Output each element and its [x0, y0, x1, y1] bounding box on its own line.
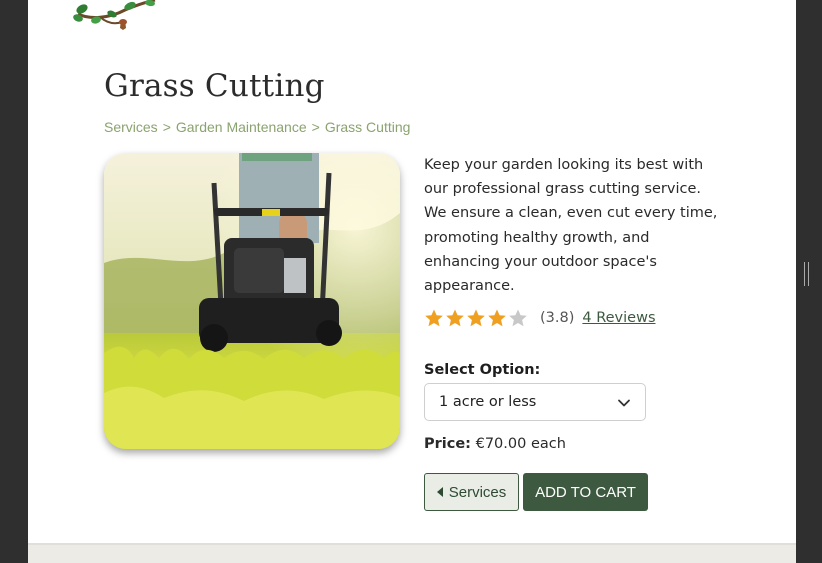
star-icon — [467, 309, 485, 327]
caret-left-icon — [436, 487, 443, 497]
star-icon — [425, 309, 443, 327]
option-select[interactable]: 1 acre or less — [424, 383, 646, 421]
resize-handle[interactable] — [804, 262, 809, 286]
tree-branch-logo[interactable] — [70, 0, 165, 34]
breadcrumb: Services > Garden Maintenance > Grass Cuttin… — [104, 119, 410, 135]
price-value: €70.00 each — [475, 436, 566, 452]
breadcrumb-separator: > — [311, 119, 320, 135]
product-description: Keep your garden looking its best with o… — [424, 157, 718, 295]
breadcrumb-separator: > — [162, 119, 171, 135]
rating-value: (3.8) — [540, 310, 575, 326]
price-label: Price: — [424, 436, 471, 452]
select-option-label: Select Option: — [424, 362, 541, 378]
star-icon — [488, 309, 506, 327]
star-rating — [424, 308, 528, 328]
window-gutter — [796, 0, 822, 563]
breadcrumb-services[interactable]: Services — [104, 119, 158, 135]
star-icon — [509, 309, 527, 327]
breadcrumb-garden-maintenance[interactable]: Garden Maintenance — [176, 119, 307, 135]
product-rating: (3.8) 4 Reviews — [424, 306, 656, 330]
services-button[interactable]: Services — [424, 473, 519, 511]
lawn-mower-photo — [104, 153, 400, 449]
reviews-link[interactable]: 4 Reviews — [582, 310, 655, 326]
star-icon — [446, 309, 464, 327]
product-image — [104, 153, 400, 449]
chevron-down-icon — [618, 399, 630, 407]
page-title: Grass Cutting — [104, 68, 325, 104]
breadcrumb-grass-cutting[interactable]: Grass Cutting — [325, 119, 411, 135]
services-button-label: Services — [448, 483, 507, 501]
page-content: Grass Cutting Services > Garden Maintenanc… — [28, 0, 796, 543]
option-select-value: 1 acre or less — [439, 394, 537, 410]
product-price: Price: €70.00 each — [424, 436, 566, 452]
footer-strip — [28, 543, 796, 563]
add-to-cart-button[interactable]: ADD TO CART — [523, 473, 648, 511]
